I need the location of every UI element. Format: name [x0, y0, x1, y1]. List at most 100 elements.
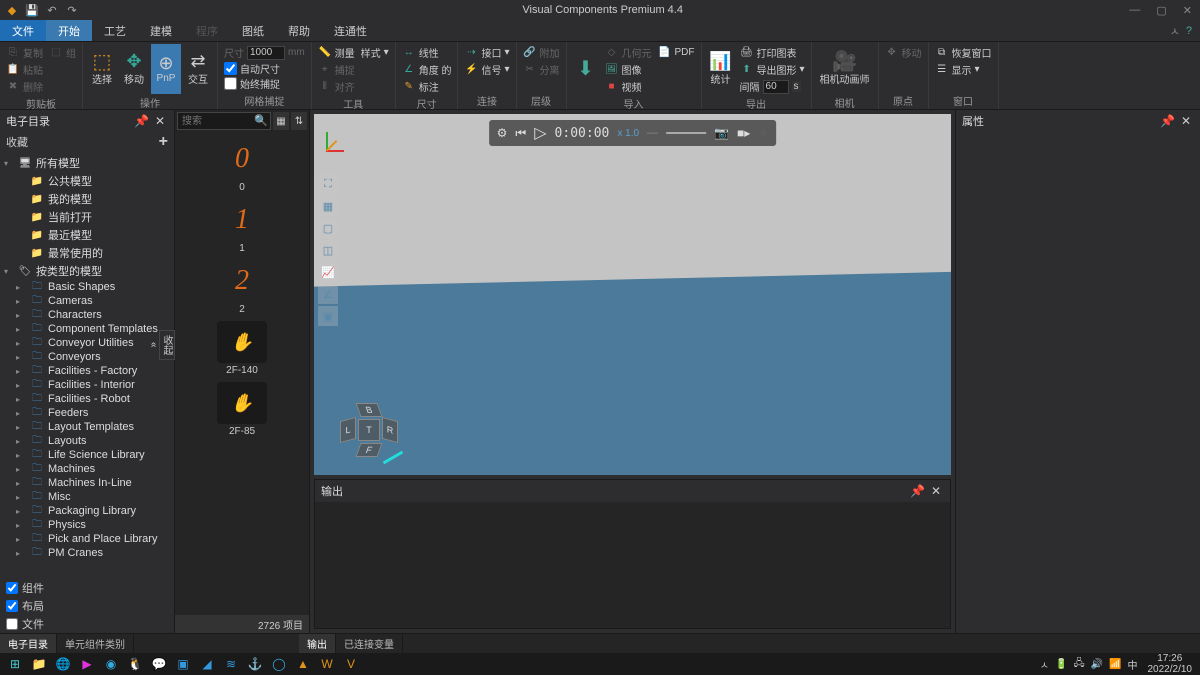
fill-icon[interactable]: ▦	[318, 196, 338, 216]
tree-node[interactable]: 📁我的模型	[0, 190, 174, 208]
app-icon-4[interactable]: ◯	[268, 655, 290, 673]
vscode-icon[interactable]: ≋	[220, 655, 242, 673]
filter-files[interactable]: 文件	[0, 615, 174, 633]
tab-connectivity[interactable]: 连通性	[322, 20, 379, 41]
sort-icon[interactable]: ⇅	[291, 112, 307, 130]
tree-node[interactable]: ▸🗀Machines In-Line	[0, 476, 174, 490]
tab-process[interactable]: 工艺	[92, 20, 138, 41]
search-icon[interactable]: 🔍	[254, 114, 268, 127]
import-video-button[interactable]: ■视频	[603, 78, 654, 95]
import-image-button[interactable]: 🖼图像	[603, 61, 654, 78]
chrome-icon[interactable]: 🌐	[52, 655, 74, 673]
detach-button[interactable]: ✂分离	[521, 61, 562, 78]
grid-size-input[interactable]	[247, 46, 285, 60]
tree-node[interactable]: ▸🗀Facilities - Robot	[0, 392, 174, 406]
signals-button[interactable]: ⚡信号 ▾	[462, 61, 511, 78]
tree-node[interactable]: ▸🗀Machines	[0, 462, 174, 476]
skip-start-icon[interactable]: ⏮	[515, 126, 526, 141]
select-mode-icon[interactable]: ◫	[318, 240, 338, 260]
import-pdf-button[interactable]: 📄PDF	[656, 44, 697, 60]
move-button[interactable]: ✥移动	[119, 44, 149, 94]
fit-icon[interactable]: ⛶	[318, 174, 338, 194]
settings-icon[interactable]: ⚙	[497, 126, 508, 140]
snapshot-icon[interactable]: 📷	[714, 126, 729, 140]
ime-indicator[interactable]: 中	[1128, 657, 1138, 672]
filter-components[interactable]: 组件	[0, 579, 174, 597]
tree-node[interactable]: ▸🗀Facilities - Interior	[0, 378, 174, 392]
catalog-item[interactable]: 11	[217, 199, 267, 254]
tree-node[interactable]: ▸🗀Misc	[0, 490, 174, 504]
snap-button[interactable]: ⌖捕捉	[316, 61, 357, 78]
tree-node[interactable]: ▸🗀Characters	[0, 308, 174, 322]
tree-node[interactable]: 📁最常使用的	[0, 244, 174, 262]
collapse-ribbon-icon[interactable]: ㅅ	[1170, 23, 1180, 39]
cube-handle[interactable]	[383, 451, 404, 465]
wifi-icon[interactable]: 📶	[1109, 659, 1121, 670]
tree-node[interactable]: ▸🗀PM Cranes	[0, 546, 174, 560]
grid-view-icon[interactable]: ▦	[273, 112, 289, 130]
show-button[interactable]: ☰显示 ▾	[933, 61, 994, 78]
tree-node[interactable]: ▸🗀Life Science Library	[0, 448, 174, 462]
playback-speed[interactable]: x 1.0	[617, 128, 639, 139]
measure-button[interactable]: 📏测量	[316, 44, 357, 61]
tree-node[interactable]: ▸🗀Conveyors	[0, 350, 174, 364]
tab-drawing[interactable]: 图纸	[230, 20, 276, 41]
btab-connected-vars[interactable]: 已连接变量	[336, 634, 403, 653]
catalog-item[interactable]: 22	[217, 260, 267, 315]
stats-button[interactable]: 📊统计	[706, 44, 736, 94]
tab-file[interactable]: 文件	[0, 20, 46, 41]
maximize-button[interactable]: ▢	[1152, 4, 1170, 17]
box-icon[interactable]: ▢	[318, 218, 338, 238]
interfaces-button[interactable]: ⇢接口 ▾	[462, 44, 511, 61]
btab-cell-types[interactable]: 单元组件类别	[57, 634, 134, 653]
copy-button[interactable]: ⎘复制	[4, 44, 45, 61]
speed-slider[interactable]	[666, 132, 706, 134]
tree-node[interactable]: ▸🗀Cameras	[0, 294, 174, 308]
undo-icon[interactable]: ↶	[44, 2, 60, 18]
print-chart-button[interactable]: 🖨打印图表	[738, 44, 807, 61]
linear-button[interactable]: ↔线性	[400, 44, 454, 61]
add-collection-icon[interactable]: +	[159, 133, 168, 151]
help-icon[interactable]: ?	[1186, 25, 1192, 37]
tree-node[interactable]: ▸🗀Basic Shapes	[0, 280, 174, 294]
wireshark-icon[interactable]: ◢	[196, 655, 218, 673]
vc-taskbar-icon[interactable]: V	[340, 655, 362, 673]
output-body[interactable]	[315, 502, 950, 628]
filter-layouts[interactable]: 布局	[0, 597, 174, 615]
app-icon-1[interactable]: ▶	[76, 655, 98, 673]
angle-button[interactable]: ∠角度 的	[400, 61, 454, 78]
interact-button[interactable]: ⇄交互	[183, 44, 213, 94]
delete-button[interactable]: ✖删除	[4, 78, 45, 95]
align-button[interactable]: ⫴对齐	[316, 78, 357, 95]
tab-program[interactable]: 程序	[184, 20, 230, 41]
collapse-sidebar-button[interactable]: 收起«	[159, 330, 175, 360]
pnp-button[interactable]: ⊕PnP	[151, 44, 181, 94]
pin-icon[interactable]: 📌	[131, 114, 152, 128]
redo-icon[interactable]: ↷	[64, 2, 80, 18]
import-geometry-button[interactable]: ⬇	[571, 44, 601, 94]
close-panel-icon[interactable]: ✕	[152, 114, 168, 128]
battery-icon[interactable]: 🔋	[1055, 659, 1067, 670]
select-button[interactable]: ⬚选择	[87, 44, 117, 94]
tree-node[interactable]: ▾🏷按类型的模型	[0, 262, 174, 280]
app-icon-5[interactable]: W	[316, 655, 338, 673]
network-icon[interactable]: 🖧	[1073, 656, 1084, 673]
app-icon-3[interactable]: ⚓	[244, 655, 266, 673]
annotation-button[interactable]: ✎标注	[400, 78, 454, 95]
catalog-item[interactable]: 00	[217, 138, 267, 193]
restore-windows-button[interactable]: ⧉恢复窗口	[933, 44, 994, 61]
tree-node[interactable]: 📁公共模型	[0, 172, 174, 190]
auto-size-checkbox[interactable]: 自动尺寸	[222, 61, 307, 76]
volume-icon[interactable]: 🔊	[1091, 659, 1103, 670]
close-button[interactable]: ✕	[1179, 4, 1196, 17]
viewport-3d[interactable]: ⚙ ⏮ ▷ 0:00:00 x 1.0 — 📷 ■▸ ✧ ⛶ ▦ ▢ ◫ 📈 ∠…	[314, 114, 951, 475]
interval-input[interactable]	[763, 80, 789, 94]
tab-modeling[interactable]: 建模	[138, 20, 184, 41]
tree-node[interactable]: ▸🗀Feeders	[0, 406, 174, 420]
attach-button[interactable]: 🔗附加	[521, 44, 562, 61]
tree-node[interactable]: ▸🗀Component Templates	[0, 322, 174, 336]
navigation-cube[interactable]: B L T R F	[334, 395, 404, 465]
vm-icon[interactable]: ▣	[172, 655, 194, 673]
graph-icon[interactable]: 📈	[318, 262, 338, 282]
pin-props-icon[interactable]: 📌	[1157, 114, 1178, 128]
